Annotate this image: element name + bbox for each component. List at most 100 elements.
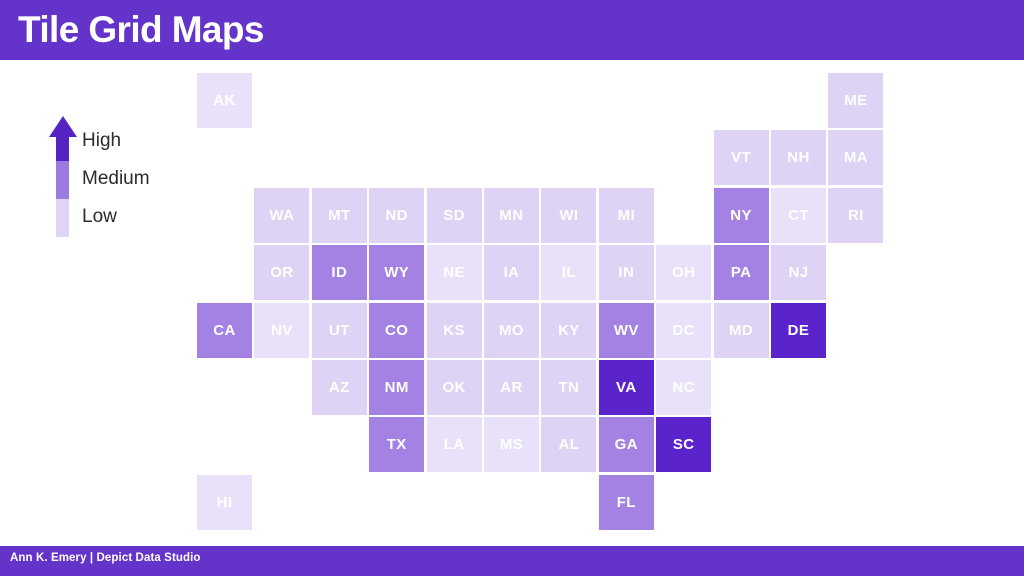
tile-nj[interactable]: NJ: [771, 245, 826, 301]
tile-label: WY: [384, 264, 410, 282]
tile-label: IN: [618, 264, 635, 282]
tile-mn[interactable]: MN: [484, 187, 539, 243]
tile-oh[interactable]: OH: [656, 245, 712, 301]
tile-nd[interactable]: ND: [369, 187, 425, 243]
tile-label: SC: [672, 436, 695, 454]
tile-label: NE: [443, 264, 465, 282]
tile-co[interactable]: CO: [369, 302, 425, 358]
tile-wy[interactable]: WY: [369, 245, 425, 301]
tile-label: MA: [843, 149, 868, 167]
tile-label: OH: [672, 264, 696, 282]
tile-hi[interactable]: HI: [197, 474, 252, 530]
tile-label: DE: [787, 321, 810, 339]
tile-label: MI: [617, 206, 636, 224]
tile-label: ME: [844, 92, 868, 109]
tile-sd[interactable]: SD: [426, 187, 482, 243]
tile-label: CT: [788, 206, 809, 224]
tile-me[interactable]: ME: [828, 73, 884, 128]
tile-label: AK: [213, 92, 236, 109]
tile-ia[interactable]: IA: [484, 245, 539, 301]
tile-ma[interactable]: MA: [828, 130, 884, 186]
tile-label: PA: [730, 264, 752, 282]
tile-nv[interactable]: NV: [254, 302, 310, 358]
tile-label: NC: [672, 379, 695, 396]
tile-vt[interactable]: VT: [713, 130, 769, 186]
tile-label: OR: [270, 264, 294, 282]
tile-label: IA: [503, 264, 520, 282]
tile-label: CA: [213, 321, 236, 339]
tile-ok[interactable]: OK: [426, 360, 482, 415]
tile-ny[interactable]: NY: [713, 187, 769, 243]
tile-wi[interactable]: WI: [541, 187, 597, 243]
tile-de[interactable]: DE: [771, 302, 826, 358]
tile-md[interactable]: MD: [713, 302, 769, 358]
tile-al[interactable]: AL: [541, 417, 597, 473]
tile-label: TX: [386, 436, 407, 454]
tile-label: CO: [385, 321, 409, 339]
tile-label: MN: [499, 206, 524, 224]
tile-nh[interactable]: NH: [771, 130, 826, 186]
tile-ut[interactable]: UT: [311, 302, 367, 358]
tile-label: NJ: [788, 264, 809, 282]
tile-label: WV: [613, 321, 639, 339]
tile-label: NH: [787, 149, 810, 167]
tile-label: LA: [443, 436, 465, 454]
tile-label: FL: [616, 493, 636, 511]
tile-label: KS: [443, 321, 465, 339]
tile-grid-map: AK ME VT NH MA WA MT ND SD MN WI MI NY CT RI OR ID WY NE IA…: [0, 0, 1024, 576]
tile-ks[interactable]: KS: [426, 302, 482, 358]
tile-sc[interactable]: SC: [656, 417, 712, 473]
tile-label: GA: [614, 436, 638, 454]
tile-label: ID: [331, 264, 348, 282]
tile-ky[interactable]: KY: [541, 302, 597, 358]
tile-label: MT: [328, 206, 351, 224]
tile-ct[interactable]: CT: [771, 187, 826, 243]
tile-ms[interactable]: MS: [484, 417, 539, 473]
tile-label: SD: [443, 206, 465, 224]
tile-label: VT: [731, 149, 752, 167]
tile-label: WA: [269, 206, 295, 224]
tile-wv[interactable]: WV: [598, 302, 654, 358]
tile-az[interactable]: AZ: [311, 360, 367, 415]
tile-ca[interactable]: CA: [197, 302, 252, 358]
tile-id[interactable]: ID: [311, 245, 367, 301]
tile-ga[interactable]: GA: [598, 417, 654, 473]
tile-label: AR: [500, 379, 523, 396]
tile-label: MD: [729, 321, 754, 339]
tile-label: DC: [672, 321, 695, 339]
tile-label: KY: [558, 321, 580, 339]
tile-label: TN: [558, 379, 580, 396]
tile-label: NY: [730, 206, 752, 224]
tile-in[interactable]: IN: [598, 245, 654, 301]
tile-mo[interactable]: MO: [484, 302, 539, 358]
tile-nm[interactable]: NM: [369, 360, 425, 415]
tile-ri[interactable]: RI: [828, 187, 884, 243]
tile-la[interactable]: LA: [426, 417, 482, 473]
footer-credit: Ann K. Emery | Depict Data Studio: [10, 552, 201, 564]
tile-label: NV: [271, 321, 293, 339]
tile-ak[interactable]: AK: [197, 73, 252, 128]
tile-nc[interactable]: NC: [656, 360, 712, 415]
tile-tn[interactable]: TN: [541, 360, 597, 415]
tile-tx[interactable]: TX: [369, 417, 425, 473]
tile-ne[interactable]: NE: [426, 245, 482, 301]
tile-va[interactable]: VA: [598, 360, 654, 415]
tile-fl[interactable]: FL: [598, 474, 654, 530]
tile-ar[interactable]: AR: [484, 360, 539, 415]
tile-mi[interactable]: MI: [598, 187, 654, 243]
tile-label: WI: [559, 206, 579, 224]
tile-label: AL: [558, 436, 580, 454]
tile-label: ND: [385, 206, 408, 224]
tile-label: IL: [561, 264, 576, 282]
tile-pa[interactable]: PA: [713, 245, 769, 301]
tile-dc[interactable]: DC: [656, 302, 712, 358]
tile-label: AZ: [328, 379, 350, 396]
tile-wa[interactable]: WA: [254, 187, 310, 243]
tile-il[interactable]: IL: [541, 245, 597, 301]
tile-label: NM: [384, 379, 409, 396]
tile-label: UT: [328, 321, 350, 339]
tile-or[interactable]: OR: [254, 245, 310, 301]
tile-label: OK: [442, 379, 466, 396]
tile-mt[interactable]: MT: [311, 187, 367, 243]
tile-label: RI: [847, 206, 864, 224]
